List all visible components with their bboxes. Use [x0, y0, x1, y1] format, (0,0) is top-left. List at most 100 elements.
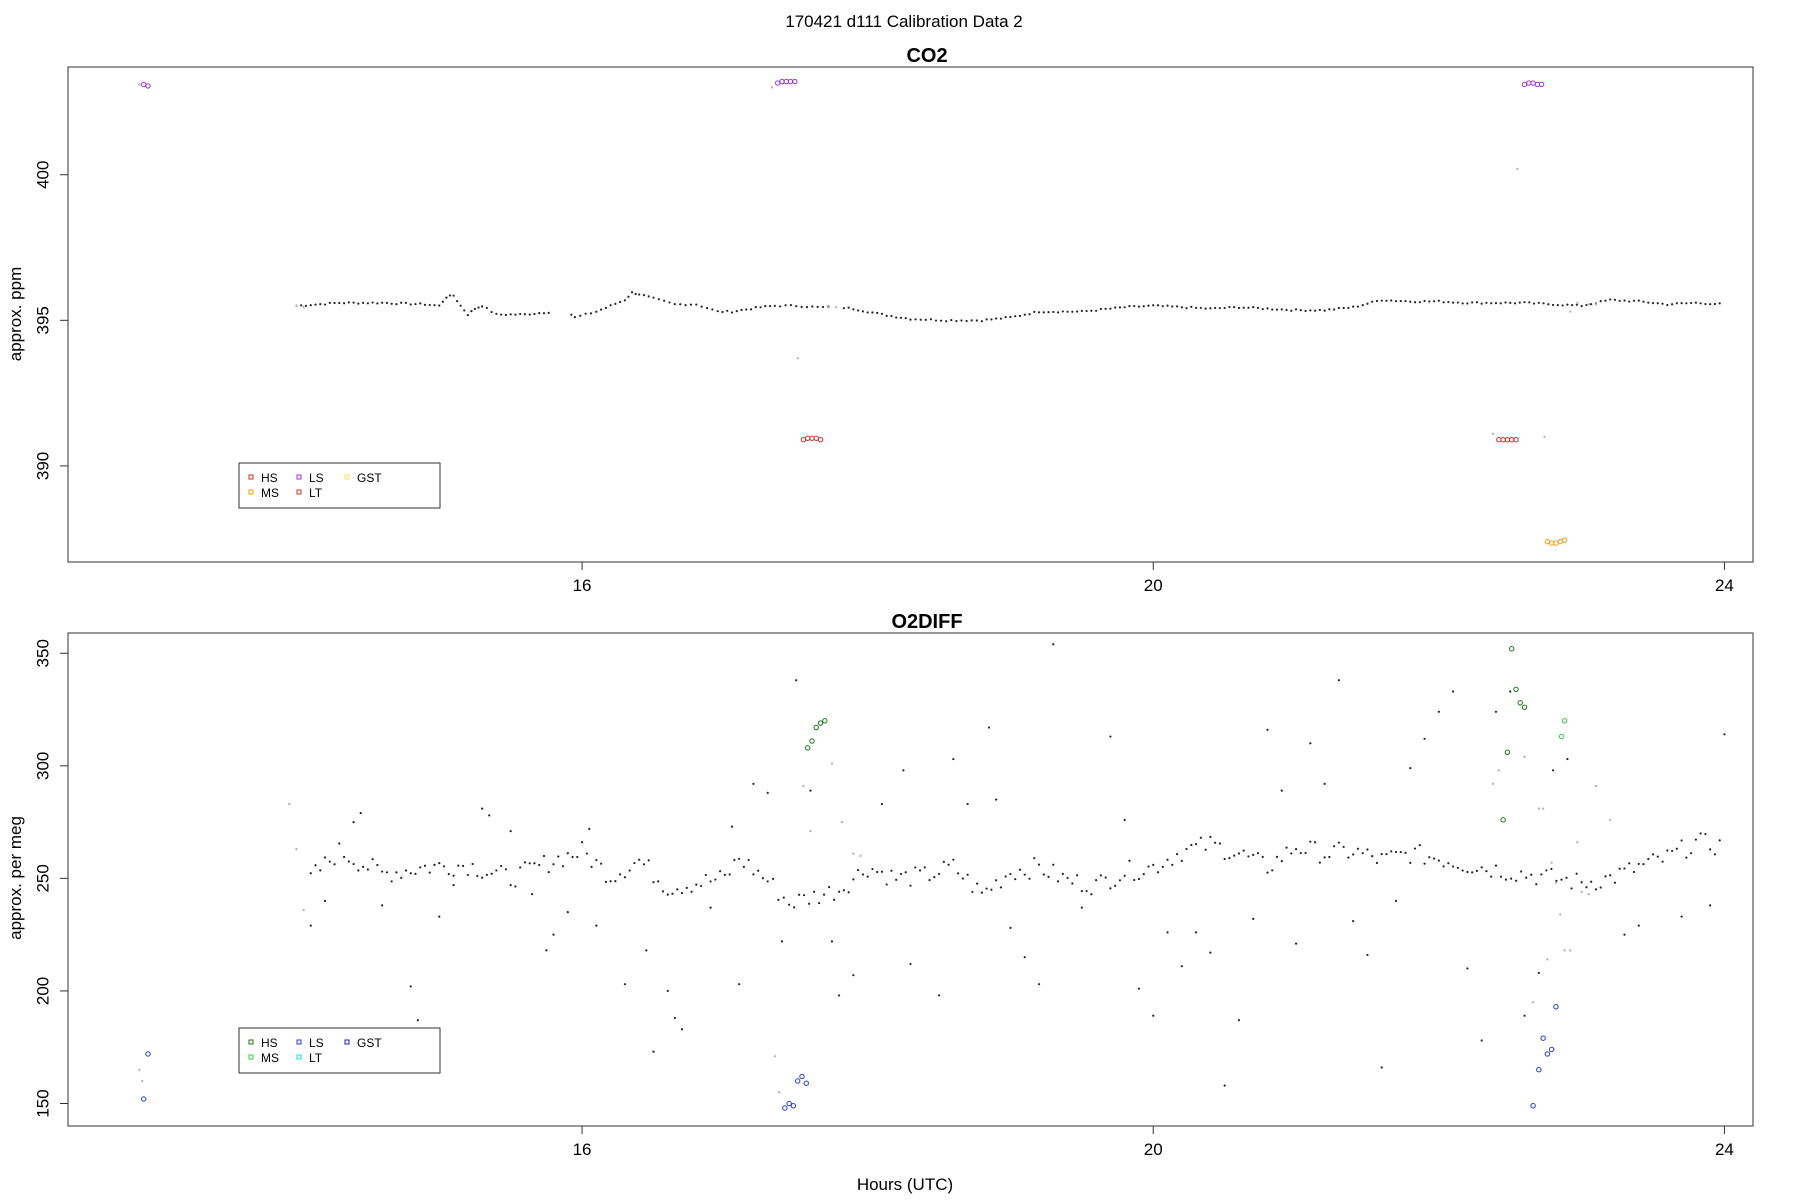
co2-sample-point — [899, 316, 903, 319]
o2diff-flush-point — [1576, 841, 1579, 844]
o2diff-sample-point — [1675, 847, 1678, 850]
co2-y-tick-label: 390 — [33, 452, 52, 480]
o2diff-sample-point — [1194, 842, 1198, 846]
o2diff-sample-point — [530, 893, 534, 896]
co2-x-tick-label: 20 — [1144, 576, 1163, 595]
co2-sample-point — [362, 301, 365, 304]
o2diff-sample-point — [1018, 868, 1022, 871]
o2diff-sample-point — [1009, 872, 1012, 876]
co2-sample-point — [970, 319, 973, 322]
o2diff-sample-point — [1075, 874, 1079, 877]
co2-sample-point — [1437, 299, 1440, 302]
co2-sample-point — [1361, 303, 1364, 307]
o2diff-sample-point — [1204, 848, 1207, 851]
co2-sample-point — [773, 304, 776, 307]
o2diff-sample-point — [1666, 849, 1669, 852]
o2diff-sample-point — [1535, 883, 1538, 886]
o2diff-flush-point — [1497, 769, 1501, 772]
o2diff-sample-point — [652, 881, 655, 884]
o2diff-sample-point — [423, 864, 427, 867]
co2-sample-point — [395, 303, 398, 306]
co2-sample-point — [514, 313, 517, 316]
co2-sample-point — [595, 310, 598, 313]
o2diff-ls-point — [782, 1105, 788, 1111]
co2-sample-point — [1599, 300, 1602, 303]
co2-ls-point — [145, 83, 151, 89]
co2-sample-point — [821, 305, 825, 309]
o2diff-sample-point — [818, 901, 821, 905]
co2-sample-point — [1133, 304, 1136, 308]
co2-sample-point — [547, 311, 550, 314]
o2diff-sample-point — [1466, 870, 1469, 874]
o2diff-sample-point — [638, 858, 641, 861]
co2-flush-point — [1491, 432, 1495, 436]
o2diff-sample-point — [333, 863, 336, 866]
co2-y-axis-label: approx. ppm — [6, 267, 25, 362]
o2diff-sample-point — [552, 863, 555, 866]
co2-sample-point — [955, 319, 958, 323]
o2diff-sample-point — [1037, 983, 1041, 986]
co2-sample-point — [1047, 311, 1050, 314]
co2-sample-point — [1499, 302, 1502, 305]
o2diff-flush-point — [1559, 913, 1562, 916]
co2-sample-point — [759, 306, 762, 309]
o2diff-sample-point — [1090, 893, 1093, 896]
o2diff-sample-point — [1290, 852, 1293, 855]
o2diff-sample-point — [1699, 832, 1702, 835]
o2diff-y-tick-label: 150 — [33, 1089, 52, 1117]
co2-sample-point — [1342, 306, 1345, 310]
o2diff-sample-point — [452, 884, 455, 887]
co2-sample-point — [319, 303, 322, 306]
o2diff-sample-point — [528, 862, 531, 865]
o2diff-sample-point — [1713, 853, 1717, 856]
o2diff-sample-point — [690, 890, 693, 893]
co2-sample-point — [1180, 306, 1183, 309]
co2-sample-point — [1447, 300, 1450, 304]
o2diff-legend: HSMS LSLT GST — [238, 1027, 441, 1074]
co2-sample-point — [390, 302, 393, 305]
o2diff-sample-point — [1180, 859, 1183, 862]
o2diff-sample-point — [777, 898, 780, 901]
co2-sample-point — [1333, 308, 1336, 311]
co2-sample-point — [634, 292, 637, 296]
o2diff-sample-point — [471, 862, 474, 866]
co2-flush-point — [1569, 310, 1572, 313]
co2-axis-ticks: 16 20 24 390 395 400 — [33, 161, 1733, 595]
co2-sample-point — [1371, 300, 1374, 303]
co2-sample-point — [1556, 303, 1559, 307]
co2-sample-point — [1718, 302, 1721, 305]
o2diff-sample-point — [461, 864, 465, 868]
co2-sample-point — [842, 307, 845, 310]
o2diff-panel-title: O2DIFF — [891, 611, 962, 633]
co2-sample-point — [1352, 305, 1355, 308]
co2-sample-point — [735, 310, 738, 313]
o2diff-sample-point — [1452, 865, 1455, 868]
o2diff-sample-point — [771, 877, 775, 880]
co2-flush-point — [295, 304, 298, 307]
o2diff-y-tick-label: 250 — [33, 864, 52, 892]
o2diff-sample-point — [780, 940, 784, 943]
o2diff-sample-point — [328, 860, 331, 863]
o2diff-sample-point — [723, 873, 726, 876]
co2-sample-point — [459, 304, 462, 307]
co2-sample-point — [1513, 302, 1517, 305]
o2diff-sample-point — [742, 865, 746, 869]
co2-sample-point — [1290, 309, 1293, 312]
o2diff-sample-point — [766, 791, 769, 794]
o2diff-sample-point — [1623, 867, 1626, 870]
co2-sample-point — [485, 306, 488, 310]
co2-sample-point — [779, 305, 782, 308]
co2-sample-point — [1085, 309, 1088, 313]
o2diff-sample-point — [1394, 899, 1398, 902]
o2diff-sample-point — [666, 893, 669, 896]
o2diff-sample-point — [1318, 861, 1321, 864]
co2-sample-point — [1285, 308, 1288, 312]
o2diff-sample-point — [1423, 737, 1426, 740]
o2diff-hs-point — [1500, 817, 1506, 823]
o2diff-sample-point — [1585, 886, 1588, 889]
co2-sample-point — [1247, 306, 1250, 309]
co2-sample-point — [570, 313, 573, 316]
co2-sample-point — [627, 295, 630, 298]
co2-sample-point — [1528, 301, 1531, 304]
o2diff-sample-point — [342, 855, 346, 859]
